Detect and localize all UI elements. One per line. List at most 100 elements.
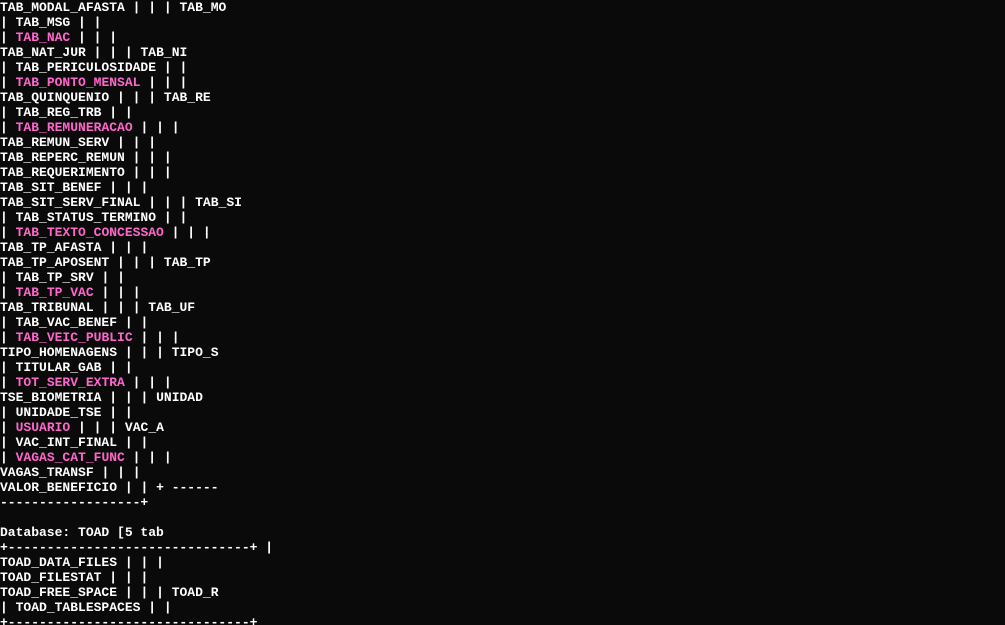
table-name: TOAD_FREE_SPACE — [0, 585, 117, 600]
table-name: TAB_TRIBUNAL — [0, 300, 94, 315]
table-row: | TAB_PERICULOSIDADE | | — [0, 60, 1005, 75]
table-name: TAB_QUINQUENIO — [0, 90, 109, 105]
table-name-highlight: TAB_VEIC_PUBLIC — [16, 330, 133, 345]
border-top: +-------------------------------+ | — [0, 540, 1005, 555]
offscreen-start: UNIDAD — [148, 390, 203, 405]
table-row: TAB_TRIBUNAL | | | TAB_UF — [0, 300, 1005, 315]
pre-block: TAB_MODAL_AFASTA | | | TAB_MO | TAB_MSG — [0, 0, 1005, 625]
col3-cell — [109, 270, 117, 285]
table-name-highlight: USUARIO — [16, 420, 71, 435]
table-row: TOAD_FILESTAT | | | — [0, 570, 1005, 585]
col3-cell — [172, 195, 180, 210]
table-row: | TOT_SERV_EXTRA | | | — [0, 375, 1005, 390]
table-name-highlight: TOT_SERV_EXTRA — [16, 375, 125, 390]
table-name: TOAD_DATA_FILES — [0, 555, 117, 570]
col3-cell — [117, 360, 125, 375]
border-fragment: ------------------+ — [0, 495, 1005, 510]
table-row: VAGAS_TRANSF | | | — [0, 465, 1005, 480]
table-name: TIPO_HOMENAGENS — [0, 345, 117, 360]
table-row: TIPO_HOMENAGENS | | | TIPO_S — [0, 345, 1005, 360]
offscreen-start: TAB_TP — [156, 255, 211, 270]
col3-cell — [86, 15, 94, 30]
col3-cell — [156, 0, 164, 15]
table-name-highlight: TAB_NAC — [16, 30, 71, 45]
table-row: | TAB_PONTO_MENSAL | | | — [0, 75, 1005, 90]
col3-cell — [148, 555, 156, 570]
table-row: | VAGAS_CAT_FUNC | | | — [0, 450, 1005, 465]
table-name: TAB_REQUERIMENTO — [0, 165, 125, 180]
col3-cell — [125, 465, 133, 480]
col2-cell: TAB_REG_TRB — [8, 105, 109, 120]
table-name: TAB_SIT_BENEF — [0, 180, 101, 195]
table-row: TAB_TP_APOSENT | | | TAB_TP — [0, 255, 1005, 270]
table-row: | TAB_TP_VAC | | | — [0, 285, 1005, 300]
table-row: TAB_QUINQUENIO | | | TAB_RE — [0, 90, 1005, 105]
table-row: | VAC_INT_FINAL | | — [0, 435, 1005, 450]
col3-cell — [156, 150, 164, 165]
table-row: | USUARIO | | | VAC_A — [0, 420, 1005, 435]
table-name: TAB_REPERC_REMUN — [0, 150, 125, 165]
col3-cell — [156, 165, 164, 180]
col3-cell — [125, 285, 133, 300]
offscreen-start: VAC_A — [117, 420, 164, 435]
col2-cell — [125, 135, 133, 150]
col3-cell — [148, 480, 156, 495]
db-name: Database: TOAD — [0, 525, 109, 540]
col2-cell — [148, 120, 156, 135]
col2-cell: TAB_STATUS_TERMINO — [8, 210, 164, 225]
table-row: TAB_NAT_JUR | | | TAB_NI — [0, 45, 1005, 60]
table-row: TAB_MODAL_AFASTA | | | TAB_MO — [0, 0, 1005, 15]
col2-cell — [109, 300, 117, 315]
col3-cell — [125, 300, 133, 315]
table-name: TAB_SIT_SERV_FINAL — [0, 195, 140, 210]
offscreen-start: TOAD_R — [164, 585, 219, 600]
offscreen-start: TAB_NI — [133, 45, 188, 60]
table-name-highlight: TAB_REMUNERACAO — [16, 120, 133, 135]
col3-cell — [117, 405, 125, 420]
col2-cell: TAB_MSG — [8, 15, 78, 30]
col2-cell — [156, 75, 164, 90]
table-row: | TOAD_TABLESPACES | | — [0, 600, 1005, 615]
table-name: TSE_BIOMETRIA — [0, 390, 101, 405]
table-row: TAB_REPERC_REMUN | | | — [0, 150, 1005, 165]
col2-cell — [148, 330, 156, 345]
col2-cell — [125, 255, 133, 270]
offscreen-start: TAB_MO — [172, 0, 227, 15]
table-row: | TAB_VAC_BENEF | | — [0, 315, 1005, 330]
col2-cell — [86, 420, 94, 435]
offscreen-start: TAB_UF — [141, 300, 196, 315]
col2-cell: TOAD_TABLESPACES — [8, 600, 148, 615]
table-name-highlight: TAB_TP_VAC — [16, 285, 94, 300]
table-row: | TAB_MSG | | — [0, 15, 1005, 30]
table-name: VAGAS_TRANSF — [0, 465, 94, 480]
table-row: | TAB_TEXTO_CONCESSAO | | | — [0, 225, 1005, 240]
table-name-highlight: VAGAS_CAT_FUNC — [16, 450, 125, 465]
table-row: TSE_BIOMETRIA | | | UNIDAD — [0, 390, 1005, 405]
col3-cell — [195, 225, 203, 240]
db-header: Database: TOAD [5 tab — [0, 525, 1005, 540]
col2-cell — [109, 465, 117, 480]
offscreen-start: ------ — [164, 480, 219, 495]
col3-cell — [172, 75, 180, 90]
offscreen-start: TAB_RE — [156, 90, 211, 105]
col3-cell — [156, 375, 164, 390]
col2-cell: TAB_VAC_BENEF — [8, 315, 125, 330]
terminal-output: TAB_MODAL_AFASTA | | | TAB_MO | TAB_MSG — [0, 0, 1005, 625]
table-row: TAB_REQUERIMENTO | | | — [0, 165, 1005, 180]
border-bottom: +-------------------------------+ — [0, 615, 1005, 625]
table-row: TAB_SIT_SERV_FINAL | | | TAB_SI — [0, 195, 1005, 210]
blank-line — [0, 510, 1005, 525]
table-row: TAB_REMUN_SERV | | | — [0, 135, 1005, 150]
col2-cell — [117, 180, 125, 195]
table-name: TAB_TP_AFASTA — [0, 240, 101, 255]
table-row: VALOR_BENEFICIO | | + ------ — [0, 480, 1005, 495]
col2-cell: TAB_TP_SRV — [8, 270, 102, 285]
col3-cell — [117, 45, 125, 60]
table-name: TAB_TP_APOSENT — [0, 255, 109, 270]
col3-cell — [164, 120, 172, 135]
table-name-highlight: TAB_PONTO_MENSAL — [16, 75, 141, 90]
table-row: | TAB_REG_TRB | | — [0, 105, 1005, 120]
table-name: TAB_NAT_JUR — [0, 45, 86, 60]
col3-cell — [148, 345, 156, 360]
col3-cell — [156, 450, 164, 465]
